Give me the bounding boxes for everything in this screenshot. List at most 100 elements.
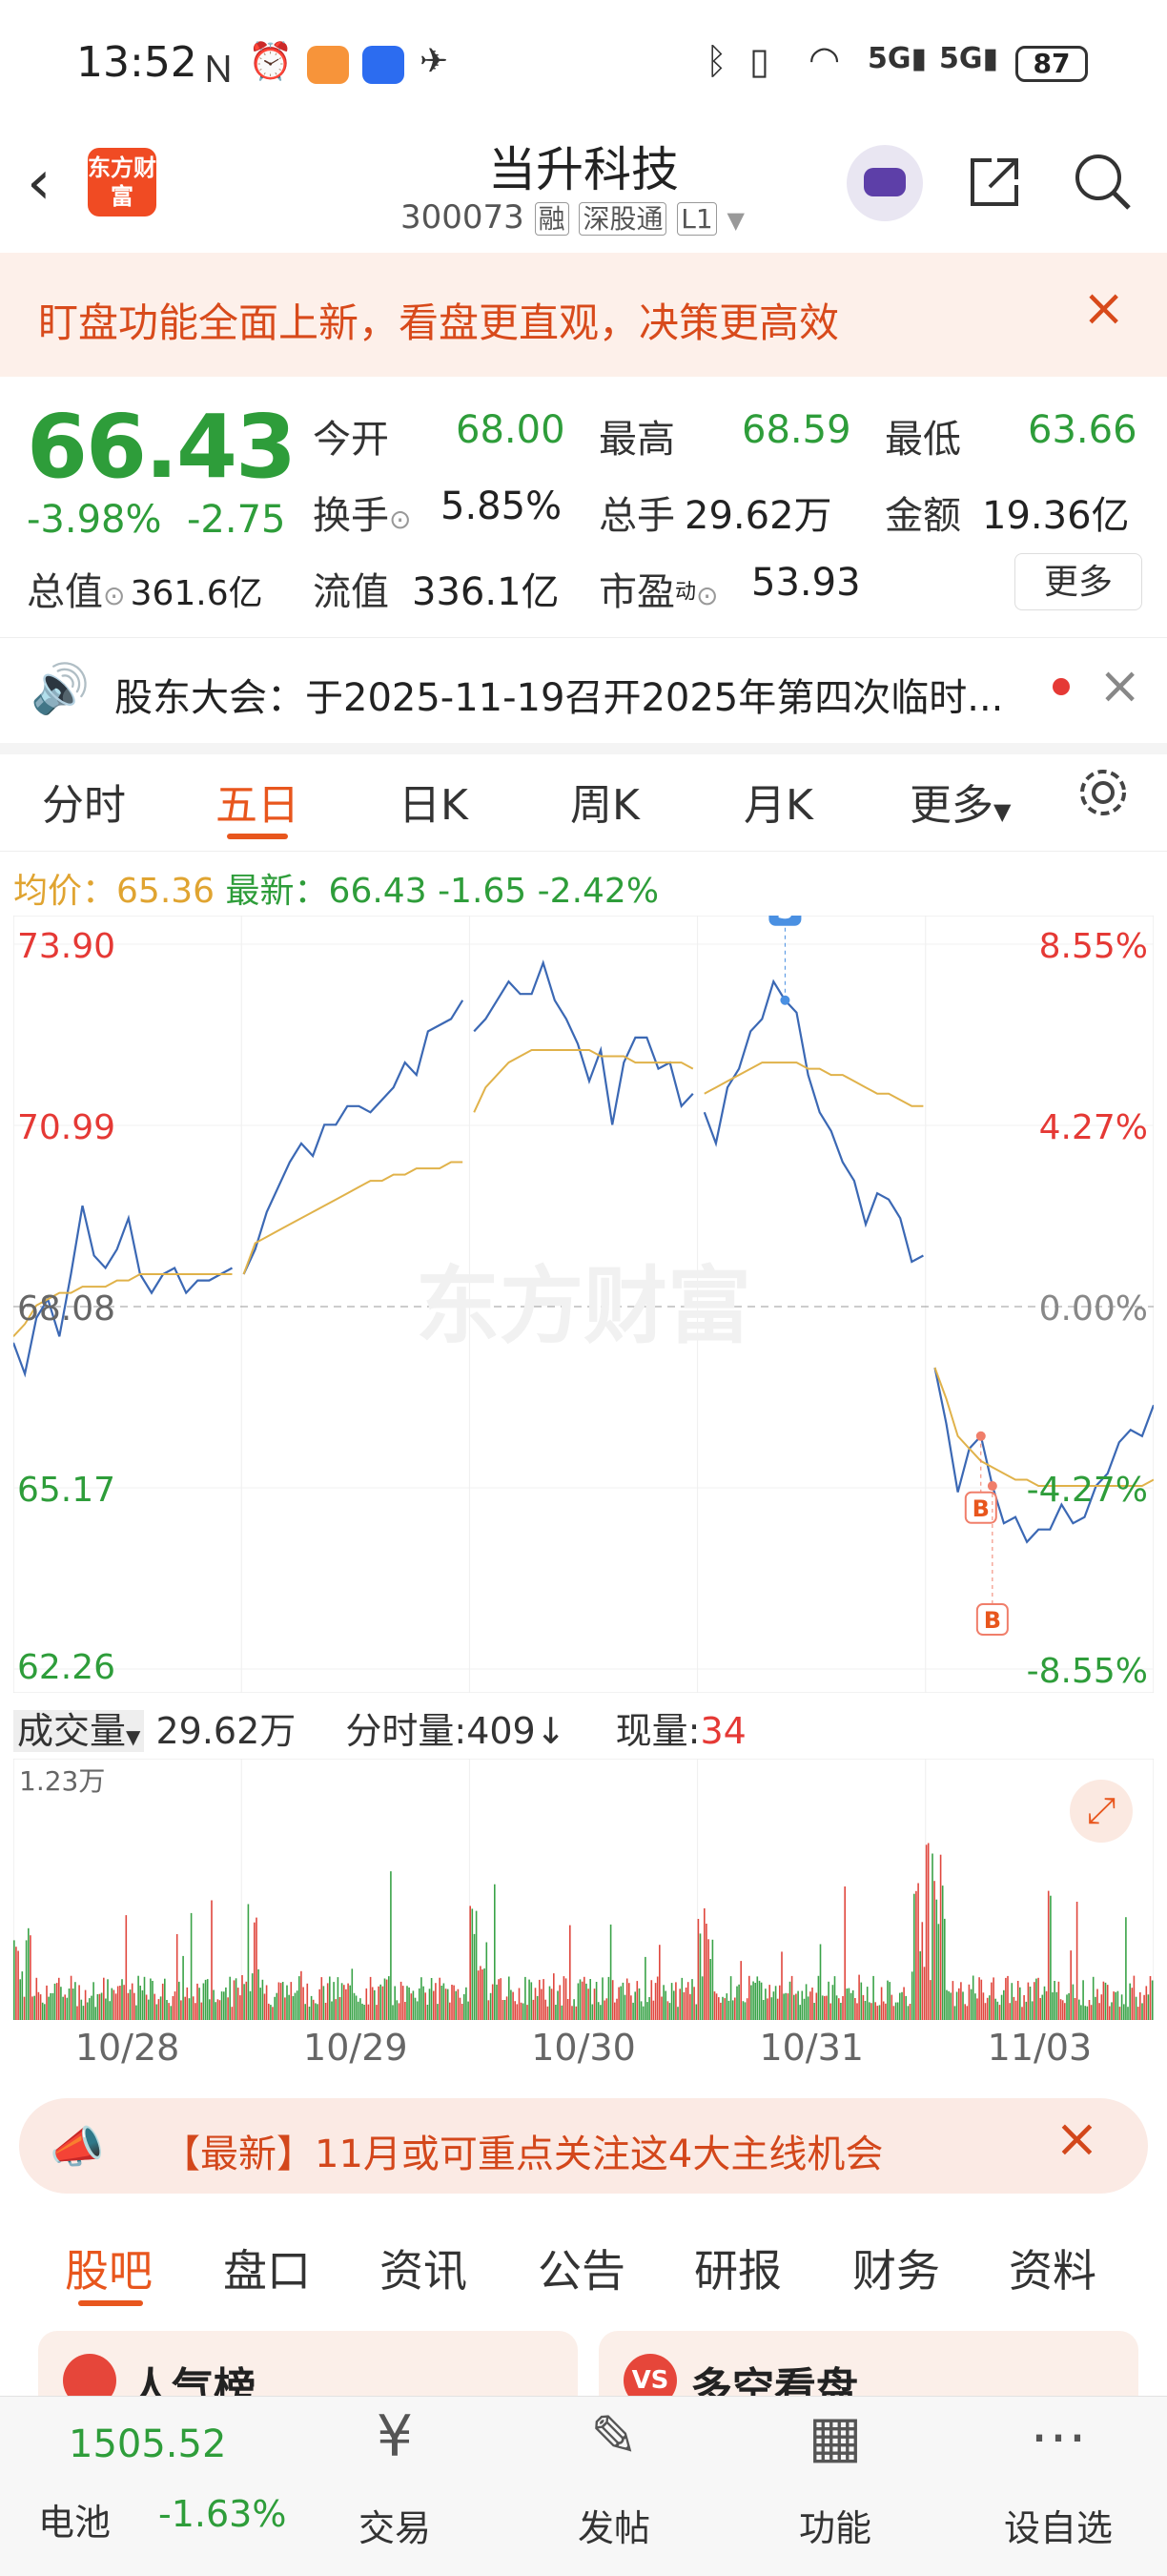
tab-intraday[interactable]: 分时 [42, 771, 126, 832]
trade-icon[interactable]: ¥ [318, 2403, 471, 2470]
tab-research[interactable]: 研报 [694, 2236, 782, 2299]
volume-bar [256, 1917, 257, 2020]
trade-marker-label: S [777, 916, 793, 924]
close-icon[interactable]: × [1082, 278, 1125, 338]
more-button[interactable]: 更多 [1014, 553, 1142, 610]
edit-post-icon[interactable]: ✎ [538, 2403, 690, 2470]
volume-header: 成交量▼ 29.62万 分时量:409↓ 现量:34 [13, 1701, 747, 1754]
volume-bar [1068, 1993, 1070, 2020]
tab-more[interactable]: 更多▼ [910, 771, 1011, 832]
volume-bar [304, 2004, 306, 2020]
volume-bar [876, 2006, 879, 2020]
volume-bar [1135, 1996, 1137, 2020]
volume-bar [310, 1995, 313, 2020]
volume-bar [984, 2003, 987, 2020]
tab-pankou[interactable]: 盘口 [223, 2236, 311, 2299]
tab-monthly-k[interactable]: 月K [744, 771, 813, 832]
pe-value: 53.93 [751, 561, 861, 605]
y-tick-label: 4.27% [1039, 1108, 1148, 1147]
search-icon[interactable] [1072, 151, 1135, 214]
volume-bar [76, 2006, 78, 2020]
volume-bar [548, 1986, 551, 2020]
volume-bar [190, 1912, 193, 2020]
price-chart[interactable]: 东方财富 73.90 70.99 68.08 65.17 62.26 8.55% 4.27% 0… [13, 916, 1154, 1693]
tab-daily-k[interactable]: 日K [399, 771, 468, 832]
volume-bar [164, 1978, 166, 2020]
tab-news[interactable]: 资讯 [379, 2236, 467, 2299]
volume-bar [465, 1987, 467, 2020]
volume-bar [793, 1994, 795, 2020]
volume-bar [636, 1981, 639, 2020]
dropdown-icon: ▼ [993, 798, 1012, 825]
notice-bar[interactable]: 🔊 股东大会：于2025-11-19召开2025年第四次临时... × [0, 637, 1167, 754]
volume-bar [1106, 1985, 1109, 2020]
news-bar[interactable]: 📣 【最新】11月或可重点关注这4大主线机会 × [19, 2098, 1148, 2194]
assistant-avatar-icon[interactable] [847, 145, 923, 221]
volume-bar [1021, 2007, 1023, 2020]
volume-bar [335, 1999, 337, 2020]
volume-bar [119, 1986, 121, 2020]
volume-bar [740, 1961, 742, 2020]
tab-weekly-k[interactable]: 周K [570, 771, 640, 832]
tab-five-day[interactable]: 五日 [215, 771, 299, 832]
signal-5g-icon: 5G▮ [868, 42, 928, 75]
volume-bar [758, 1980, 761, 2020]
index-change[interactable]: -1.63% [158, 2493, 286, 2535]
promo-banner[interactable]: 盯盘功能全面上新，看盘更直观，决策更高效 × [0, 253, 1167, 377]
tab-announcements[interactable]: 公告 [538, 2236, 625, 2299]
volume-bar [919, 1951, 921, 2020]
close-icon[interactable]: × [1098, 655, 1141, 715]
settings-gear-icon[interactable] [1074, 763, 1133, 822]
volume-bar [68, 1989, 71, 2020]
volume-bar [564, 1978, 567, 2020]
close-icon[interactable]: × [1054, 2108, 1099, 2170]
volume-bar [925, 1844, 928, 2020]
volume-bar [909, 2004, 911, 2020]
volume-bar [211, 1900, 213, 2020]
volume-bar [618, 1987, 620, 2020]
volume-selector[interactable]: 成交量▼ [13, 1710, 145, 1752]
volume-bar [779, 1985, 781, 2020]
volume-bar [646, 2002, 648, 2020]
share-icon[interactable] [965, 153, 1024, 212]
volume-bar [829, 2003, 831, 2020]
nav-function[interactable]: 功能 [759, 2499, 911, 2551]
volume-bar [326, 1983, 329, 2020]
grid-function-icon[interactable]: ▦ [759, 2403, 911, 2470]
volume-bar [566, 1999, 569, 2020]
tab-finance[interactable]: 财务 [852, 2236, 940, 2299]
expand-icon[interactable]: ⤢ [1070, 1780, 1133, 1843]
volume-bar [121, 1979, 123, 2020]
index-value[interactable]: 1505.52 [69, 2422, 226, 2466]
volume-bar [481, 1969, 483, 2020]
turnover: 换手⊙ [313, 494, 412, 538]
volume-bar [891, 1994, 893, 2020]
volume-bar [111, 1988, 113, 2020]
tab-profile[interactable]: 资料 [1009, 2236, 1096, 2299]
nav-trade[interactable]: 交易 [318, 2499, 471, 2551]
volume-bar [315, 2003, 317, 2020]
volume-bar [801, 1990, 804, 2020]
volume-bar [781, 1951, 783, 2020]
nav-post[interactable]: 发帖 [538, 2499, 690, 2551]
volume-bar [430, 1978, 433, 2020]
volume-bar [288, 1994, 290, 2020]
volume-bar [159, 1996, 162, 2020]
nav-add-watchlist[interactable]: 设自选 [982, 2499, 1135, 2551]
volume-bar [225, 1987, 227, 2020]
volume-bar [182, 1955, 184, 2020]
volume-bar [435, 1983, 437, 2020]
volume-bar [463, 1994, 465, 2020]
volume-bar [378, 1986, 379, 2020]
volume-bar [263, 1993, 266, 2020]
dropdown-icon[interactable]: ▼ [727, 207, 745, 234]
volume-bar [60, 1987, 62, 2020]
volume-bar [62, 1996, 64, 2020]
level-tag[interactable]: L1 [677, 202, 717, 236]
volume-bar [200, 2002, 203, 2020]
index-name[interactable]: 电池 [38, 2493, 111, 2545]
volume-bar [917, 1883, 919, 2020]
more-dots-icon[interactable]: ⋯ [982, 2403, 1135, 2470]
tab-guba[interactable]: 股吧 [65, 2236, 153, 2299]
volume-bar [589, 1979, 591, 2020]
